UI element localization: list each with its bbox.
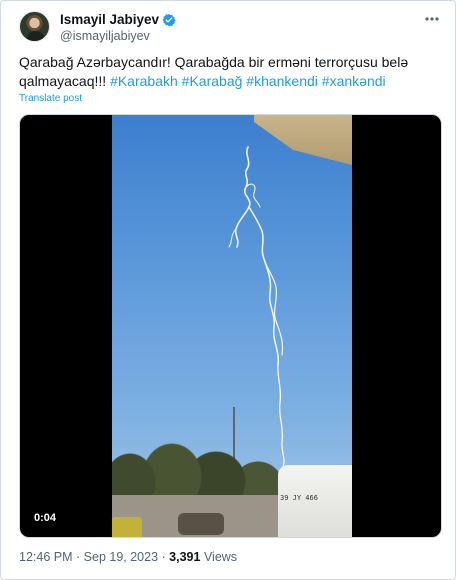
- white-van: 39 JY 466: [278, 465, 352, 537]
- hashtag-link[interactable]: #xankəndi: [322, 73, 386, 89]
- post-time[interactable]: 12:46 PM: [19, 550, 73, 564]
- translate-post-link[interactable]: Translate post: [19, 93, 82, 105]
- meta-separator: ·: [76, 550, 81, 564]
- video-frame[interactable]: 39 JY 466: [112, 115, 352, 537]
- hashtag-link[interactable]: #Karabakh: [110, 73, 178, 89]
- hashtag-link[interactable]: #Karabağ: [182, 73, 243, 89]
- meta-separator: ·: [161, 550, 166, 564]
- post-date[interactable]: Sep 19, 2023: [84, 550, 158, 564]
- views-count[interactable]: 3,391: [169, 550, 200, 564]
- video-player[interactable]: 39 JY 466 0:04: [19, 114, 442, 538]
- display-name[interactable]: Ismayil Jabiyev: [60, 12, 159, 28]
- tweet-card[interactable]: Ismayil Jabiyev @ismayiljabiyev Qarabağ …: [0, 0, 456, 580]
- name-row: Ismayil Jabiyev: [60, 12, 176, 28]
- tweet-text: Qarabağ Azərbaycandır! Qarabağda bir erm…: [19, 53, 439, 91]
- equipment-drum: [178, 513, 224, 535]
- user-handle[interactable]: @ismayiljabiyev: [60, 29, 150, 44]
- verified-badge-icon: [162, 13, 176, 27]
- video-duration-badge: 0:04: [30, 510, 61, 527]
- views-label: Views: [203, 550, 238, 564]
- tweet-header: Ismayil Jabiyev @ismayiljabiyev: [19, 11, 444, 45]
- hashtag-link[interactable]: #khankendi: [246, 73, 318, 89]
- yellow-bench: [112, 517, 142, 537]
- avatar[interactable]: [19, 11, 50, 42]
- tweet-meta: 12:46 PM · Sep 19, 2023 · 3,391 Views: [19, 549, 237, 565]
- more-horizontal-icon[interactable]: [422, 11, 442, 27]
- van-plate: 39 JY 466: [280, 494, 318, 502]
